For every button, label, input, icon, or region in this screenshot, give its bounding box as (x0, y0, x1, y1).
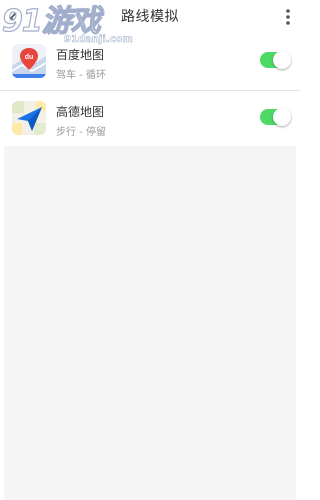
route-name: 百度地图 (56, 48, 105, 62)
route-mode: 驾车 - 循环 (56, 70, 106, 81)
route-item-amap[interactable]: 高德地图 步行 - 停留 (0, 91, 300, 147)
empty-content-area (4, 146, 296, 500)
amap-icon (12, 101, 46, 135)
route-name: 高德地图 (56, 105, 105, 119)
app-screen: 路线模拟 du 百度地图 驾车 - 循环 高德地图 步行 - 停留 91游戏 9… (0, 0, 300, 500)
route-toggle-amap[interactable] (260, 108, 291, 126)
toggle-knob (273, 108, 291, 126)
route-list: du 百度地图 驾车 - 循环 高德地图 步行 - 停留 (0, 34, 300, 147)
route-item-baidu[interactable]: du 百度地图 驾车 - 循环 (0, 34, 300, 91)
route-toggle-baidu[interactable] (260, 51, 291, 69)
page-title: 路线模拟 (121, 9, 179, 25)
baidu-map-icon: du (12, 44, 46, 78)
top-bar: 路线模拟 (0, 0, 300, 34)
route-mode: 步行 - 停留 (56, 127, 106, 138)
toggle-knob (273, 51, 291, 69)
svg-text:du: du (25, 54, 34, 61)
more-options-button[interactable] (280, 6, 296, 28)
more-vertical-icon (286, 9, 290, 25)
